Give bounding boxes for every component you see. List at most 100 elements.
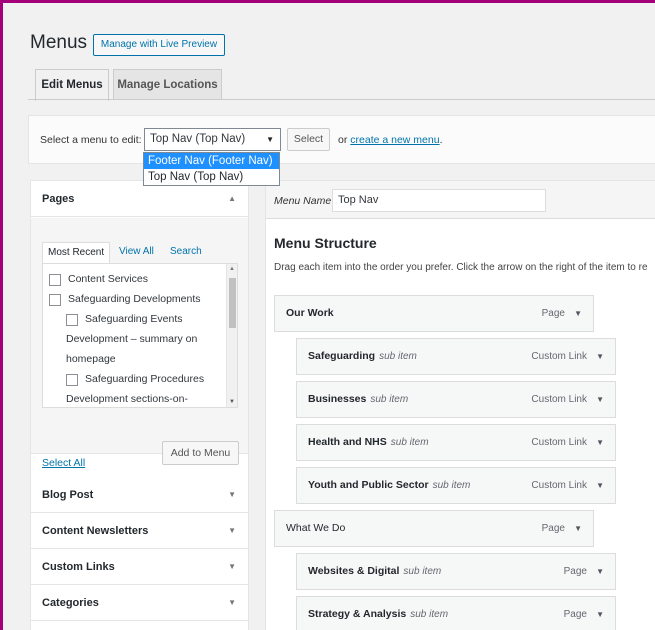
tab-edit-menus[interactable]: Edit Menus bbox=[35, 69, 109, 101]
accordion-blog-post[interactable]: Blog Post ▼ bbox=[31, 477, 248, 513]
checkbox-safeguarding-events[interactable] bbox=[66, 314, 78, 326]
menu-select-value: Top Nav (Top Nav) bbox=[150, 133, 246, 145]
accordion-categories[interactable]: Categories ▼ bbox=[31, 585, 248, 621]
menu-item-our-work[interactable]: Our Work Page ▼ bbox=[274, 295, 594, 332]
menu-item-businesses[interactable]: Businesses sub item Custom Link ▼ bbox=[296, 381, 616, 418]
tab-view-all[interactable]: View All bbox=[119, 242, 154, 264]
accordion-custom-links-title: Custom Links bbox=[42, 561, 115, 573]
accordion-content-newsletters[interactable]: Content Newsletters ▼ bbox=[31, 513, 248, 549]
add-to-menu-button[interactable]: Add to Menu bbox=[162, 441, 239, 465]
menu-item-sub-label: sub item bbox=[410, 609, 449, 620]
tab-manage-locations[interactable]: Manage Locations bbox=[113, 69, 222, 100]
menu-item-title: Safeguarding bbox=[308, 350, 376, 362]
accordion-categories-title: Categories bbox=[42, 597, 99, 609]
menu-edit-panel: Menu Name Top Nav Menu Structure Drag ea… bbox=[265, 180, 655, 630]
scroll-down-icon[interactable]: ▼ bbox=[229, 399, 235, 405]
checkbox-content-services[interactable] bbox=[49, 274, 61, 286]
menu-item-type: Page bbox=[563, 609, 587, 620]
accordion-blog-post-title: Blog Post bbox=[42, 489, 94, 501]
accordion-custom-links[interactable]: Custom Links ▼ bbox=[31, 549, 248, 585]
accordion-content-newsletters-title: Content Newsletters bbox=[42, 525, 149, 537]
menu-item-health-and-nhs[interactable]: Health and NHS sub item Custom Link ▼ bbox=[296, 424, 616, 461]
checkbox-safeguarding-developments[interactable] bbox=[49, 294, 61, 306]
chevron-down-icon: ▼ bbox=[266, 135, 274, 144]
chevron-down-icon[interactable]: ▼ bbox=[596, 425, 604, 460]
select-menu-bar: Select a menu to edit: Top Nav (Top Nav)… bbox=[28, 115, 655, 164]
live-preview-button[interactable]: Manage with Live Preview bbox=[93, 34, 225, 56]
or-create-text: or create a new menu. bbox=[338, 134, 443, 146]
select-button[interactable]: Select bbox=[287, 128, 330, 151]
tab-search[interactable]: Search bbox=[170, 242, 202, 264]
pages-checklist: Content Services Safeguarding Developmen… bbox=[42, 263, 238, 408]
menu-item-strategy-analysis[interactable]: Strategy & Analysis sub item Page ▼ bbox=[296, 596, 616, 630]
menu-item-safeguarding[interactable]: Safeguarding sub item Custom Link ▼ bbox=[296, 338, 616, 375]
menu-item-type: Custom Link bbox=[531, 480, 587, 491]
list-item: Development – summary on bbox=[66, 333, 198, 345]
menu-item-sub-label: sub item bbox=[370, 394, 409, 405]
chevron-down-icon[interactable]: ▼ bbox=[596, 597, 604, 630]
checkbox-safeguarding-procedures[interactable] bbox=[66, 374, 78, 386]
chevron-down-icon[interactable]: ▼ bbox=[596, 382, 604, 417]
menu-item-type: Custom Link bbox=[531, 394, 587, 405]
menu-item-websites-digital[interactable]: Websites & Digital sub item Page ▼ bbox=[296, 553, 616, 590]
create-new-menu-link[interactable]: create a new menu bbox=[350, 134, 439, 146]
menu-item-type: Page bbox=[541, 523, 565, 534]
menu-item-title: What We Do bbox=[286, 522, 346, 534]
select-menu-label: Select a menu to edit: bbox=[40, 134, 142, 146]
pages-scrollbar[interactable]: ▲ ▼ bbox=[226, 264, 237, 407]
list-item: Content Services bbox=[68, 273, 148, 285]
menu-item-title: Strategy & Analysis bbox=[308, 608, 407, 620]
accordion-pages-title: Pages bbox=[42, 193, 75, 205]
chevron-down-icon[interactable]: ▼ bbox=[574, 296, 582, 331]
menu-item-type: Custom Link bbox=[531, 437, 587, 448]
menu-item-type: Page bbox=[563, 566, 587, 577]
menu-structure-title: Menu Structure bbox=[274, 235, 377, 251]
menu-item-what-we-do[interactable]: What We Do Page ▼ bbox=[274, 510, 594, 547]
wp-menus-screen: Menus Manage with Live Preview Edit Menu… bbox=[0, 0, 655, 630]
menu-item-sub-label: sub item bbox=[390, 437, 429, 448]
menu-item-sub-label: sub item bbox=[432, 480, 471, 491]
chevron-up-icon: ▲ bbox=[228, 194, 236, 203]
menu-name-input[interactable]: Top Nav bbox=[332, 189, 546, 212]
list-item: homepage bbox=[66, 353, 116, 365]
list-item: Safeguarding Developments bbox=[68, 293, 201, 305]
menu-name-bar: Menu Name Top Nav bbox=[266, 181, 655, 219]
chevron-down-icon[interactable]: ▼ bbox=[596, 554, 604, 589]
menu-name-label: Menu Name bbox=[274, 195, 332, 207]
menu-item-youth-and-public-sector[interactable]: Youth and Public Sector sub item Custom L… bbox=[296, 467, 616, 504]
chevron-down-icon: ▼ bbox=[228, 526, 236, 535]
list-item: Development sections-on- bbox=[66, 393, 188, 405]
chevron-down-icon[interactable]: ▼ bbox=[596, 468, 604, 503]
page-title: Menus bbox=[30, 32, 88, 53]
tab-most-recent[interactable]: Most Recent bbox=[42, 242, 111, 264]
period: . bbox=[439, 134, 443, 146]
tabs-divider bbox=[28, 99, 655, 100]
chevron-down-icon: ▼ bbox=[228, 562, 236, 571]
chevron-down-icon: ▼ bbox=[228, 598, 236, 607]
list-item: Safeguarding Procedures bbox=[85, 373, 205, 385]
list-item: Safeguarding Events bbox=[85, 313, 183, 325]
accordion-pages[interactable]: Pages ▲ bbox=[31, 181, 248, 217]
chevron-down-icon[interactable]: ▼ bbox=[574, 511, 582, 546]
menu-item-title: Businesses bbox=[308, 393, 367, 405]
menu-item-title: Websites & Digital bbox=[308, 565, 400, 577]
menu-structure-description: Drag each item into the order you prefer… bbox=[274, 262, 648, 273]
menu-item-sub-label: sub item bbox=[403, 566, 442, 577]
menu-item-title: Youth and Public Sector bbox=[308, 479, 429, 491]
menu-item-type: Page bbox=[541, 308, 565, 319]
select-all-link[interactable]: Select All bbox=[42, 457, 85, 469]
menu-item-type: Custom Link bbox=[531, 351, 587, 362]
dropdown-option-top-nav[interactable]: Top Nav (Top Nav) bbox=[144, 169, 279, 185]
chevron-down-icon[interactable]: ▼ bbox=[596, 339, 604, 374]
menu-item-title: Health and NHS bbox=[308, 436, 387, 448]
pages-body: Most Recent View All Search Content Serv… bbox=[31, 218, 248, 469]
scroll-thumb[interactable] bbox=[229, 278, 236, 328]
menu-item-title: Our Work bbox=[286, 307, 334, 319]
scroll-up-icon[interactable]: ▲ bbox=[229, 266, 235, 272]
menu-select[interactable]: Top Nav (Top Nav) ▼ bbox=[144, 128, 281, 151]
or-label: or bbox=[338, 134, 348, 146]
add-menu-items-panel: Pages ▲ Most Recent View All Search Cont… bbox=[30, 180, 249, 630]
dropdown-option-footer-nav[interactable]: Footer Nav (Footer Nav) bbox=[144, 153, 279, 169]
menu-item-sub-label: sub item bbox=[379, 351, 417, 362]
menu-select-dropdown: Footer Nav (Footer Nav) Top Nav (Top Nav… bbox=[143, 152, 280, 186]
